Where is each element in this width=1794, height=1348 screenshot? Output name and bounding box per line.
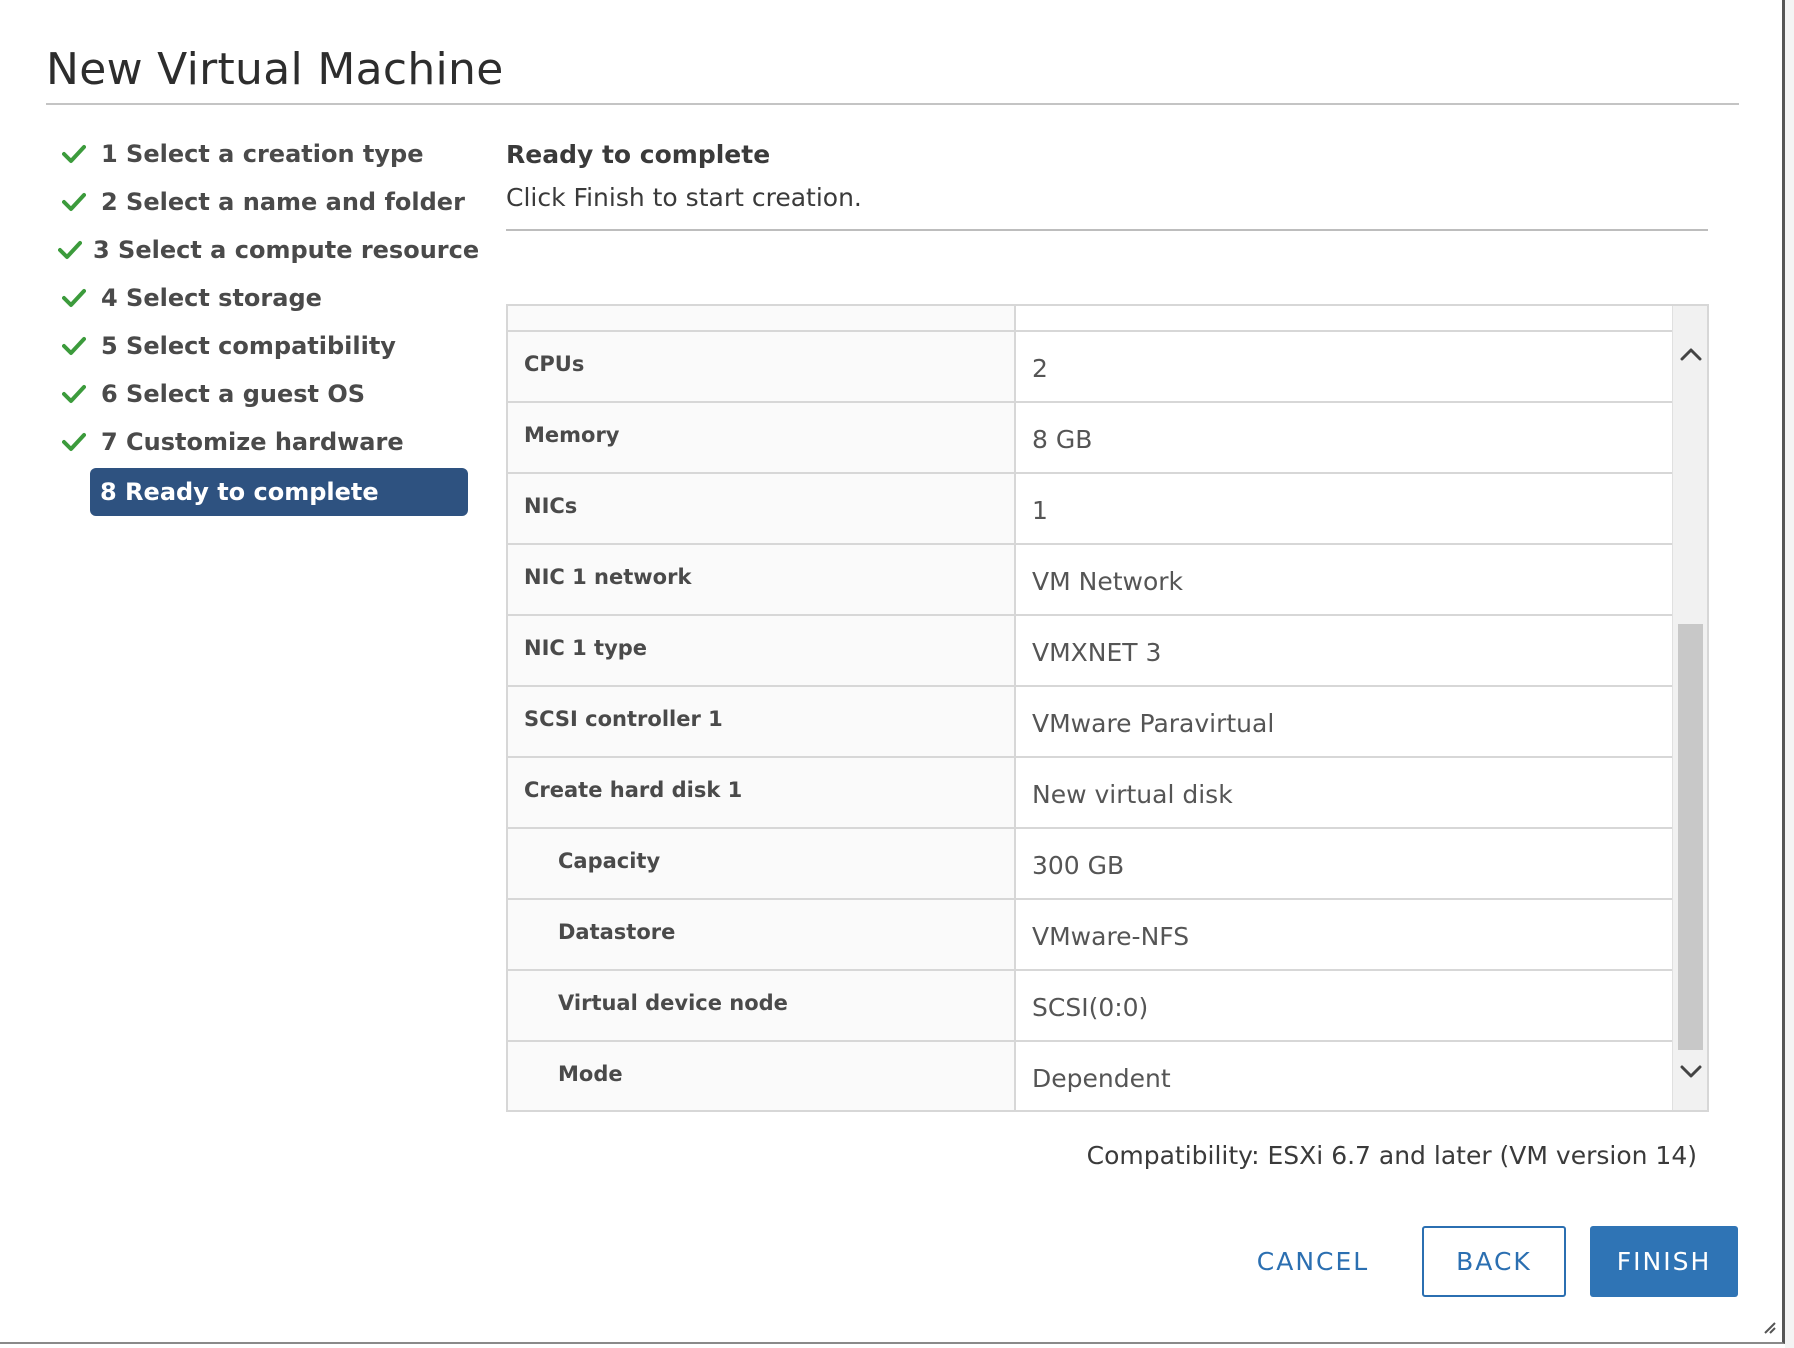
- back-button[interactable]: BACK: [1422, 1226, 1566, 1297]
- page-subtitle: Click Finish to start creation.: [506, 183, 862, 212]
- wizard-steps: 1 Select a creation type 2 Select a name…: [58, 130, 480, 516]
- finish-button[interactable]: FINISH: [1590, 1226, 1738, 1297]
- value-cell: VMXNET 3: [1016, 616, 1673, 685]
- step-label: 2 Select a name and folder: [101, 188, 465, 216]
- table-row: Mode Dependent: [508, 1042, 1673, 1110]
- step-3[interactable]: 3 Select a compute resource: [58, 226, 480, 274]
- key-cell: Datastore: [508, 900, 1016, 969]
- value-cell: 1: [1016, 474, 1673, 543]
- chevron-up-icon[interactable]: [1673, 336, 1707, 372]
- checkmark-icon: [58, 186, 90, 218]
- table-row-partial: [508, 306, 1673, 332]
- step-6[interactable]: 6 Select a guest OS: [58, 370, 478, 418]
- summary-table[interactable]: CPUs 2 Memory 8 GB NICs 1 NIC 1 network …: [506, 304, 1709, 1112]
- value-cell: Dependent: [1016, 1042, 1673, 1110]
- checkmark-icon: [58, 378, 90, 410]
- step-label: 1 Select a creation type: [101, 140, 424, 168]
- dialog-title: New Virtual Machine: [46, 44, 504, 95]
- key-cell: SCSI controller 1: [508, 687, 1016, 756]
- value-cell: VMware-NFS: [1016, 900, 1673, 969]
- resize-grip-icon[interactable]: [1760, 1318, 1776, 1334]
- step-7[interactable]: 7 Customize hardware: [58, 418, 478, 466]
- step-label: 5 Select compatibility: [101, 332, 396, 360]
- key-cell: NICs: [508, 474, 1016, 543]
- table-row: Memory 8 GB: [508, 403, 1673, 474]
- active-step-highlight: 8 Ready to complete: [90, 468, 468, 516]
- table-row: Datastore VMware-NFS: [508, 900, 1673, 971]
- step-label: 6 Select a guest OS: [101, 380, 366, 408]
- table-row: Capacity 300 GB: [508, 829, 1673, 900]
- title-divider: [46, 103, 1739, 105]
- vertical-scrollbar[interactable]: [1672, 306, 1707, 1110]
- table-row: NIC 1 network VM Network: [508, 545, 1673, 616]
- key-cell: Memory: [508, 403, 1016, 472]
- summary-rows: CPUs 2 Memory 8 GB NICs 1 NIC 1 network …: [508, 306, 1673, 1110]
- checkmark-icon: [58, 330, 90, 362]
- cancel-button[interactable]: CANCEL: [1232, 1226, 1394, 1297]
- key-cell: Mode: [508, 1042, 1016, 1110]
- value-cell: New virtual disk: [1016, 758, 1673, 827]
- key-cell: [508, 306, 1016, 330]
- step-label: 4 Select storage: [101, 284, 322, 312]
- compatibility-note: Compatibility: ESXi 6.7 and later (VM ve…: [1086, 1141, 1697, 1170]
- value-cell: VM Network: [1016, 545, 1673, 614]
- table-row: SCSI controller 1 VMware Paravirtual: [508, 687, 1673, 758]
- key-cell: NIC 1 type: [508, 616, 1016, 685]
- value-cell: 8 GB: [1016, 403, 1673, 472]
- content-divider: [506, 229, 1708, 231]
- step-label: 3 Select a compute resource: [93, 236, 480, 264]
- key-cell: NIC 1 network: [508, 545, 1016, 614]
- checkmark-icon: [58, 234, 82, 266]
- key-cell: Virtual device node: [508, 971, 1016, 1040]
- value-cell: 2: [1016, 332, 1673, 401]
- step-label: 8 Ready to complete: [100, 478, 379, 506]
- table-row: NICs 1: [508, 474, 1673, 545]
- step-5[interactable]: 5 Select compatibility: [58, 322, 478, 370]
- key-cell: CPUs: [508, 332, 1016, 401]
- key-cell: Create hard disk 1: [508, 758, 1016, 827]
- value-cell: 300 GB: [1016, 829, 1673, 898]
- checkmark-icon: [58, 282, 90, 314]
- checkmark-icon: [58, 138, 90, 170]
- content-header: Ready to complete Click Finish to start …: [506, 140, 1708, 212]
- table-row: CPUs 2: [508, 332, 1673, 403]
- value-cell: VMware Paravirtual: [1016, 687, 1673, 756]
- table-row: Virtual device node SCSI(0:0): [508, 971, 1673, 1042]
- step-1[interactable]: 1 Select a creation type: [58, 130, 478, 178]
- table-row: NIC 1 type VMXNET 3: [508, 616, 1673, 687]
- background-edge: [1785, 0, 1794, 1348]
- value-cell: SCSI(0:0): [1016, 971, 1673, 1040]
- chevron-down-icon[interactable]: [1673, 1054, 1707, 1090]
- table-row: Create hard disk 1 New virtual disk: [508, 758, 1673, 829]
- key-cell: Capacity: [508, 829, 1016, 898]
- step-4[interactable]: 4 Select storage: [58, 274, 478, 322]
- step-2[interactable]: 2 Select a name and folder: [58, 178, 478, 226]
- checkmark-icon: [58, 426, 90, 458]
- page-title: Ready to complete: [506, 140, 771, 169]
- new-vm-dialog: New Virtual Machine 1 Select a creation …: [0, 0, 1785, 1344]
- value-cell: [1016, 306, 1673, 330]
- step-label: 7 Customize hardware: [101, 428, 404, 456]
- step-8-current[interactable]: 8 Ready to complete: [58, 466, 478, 516]
- scrollbar-thumb[interactable]: [1678, 624, 1703, 1050]
